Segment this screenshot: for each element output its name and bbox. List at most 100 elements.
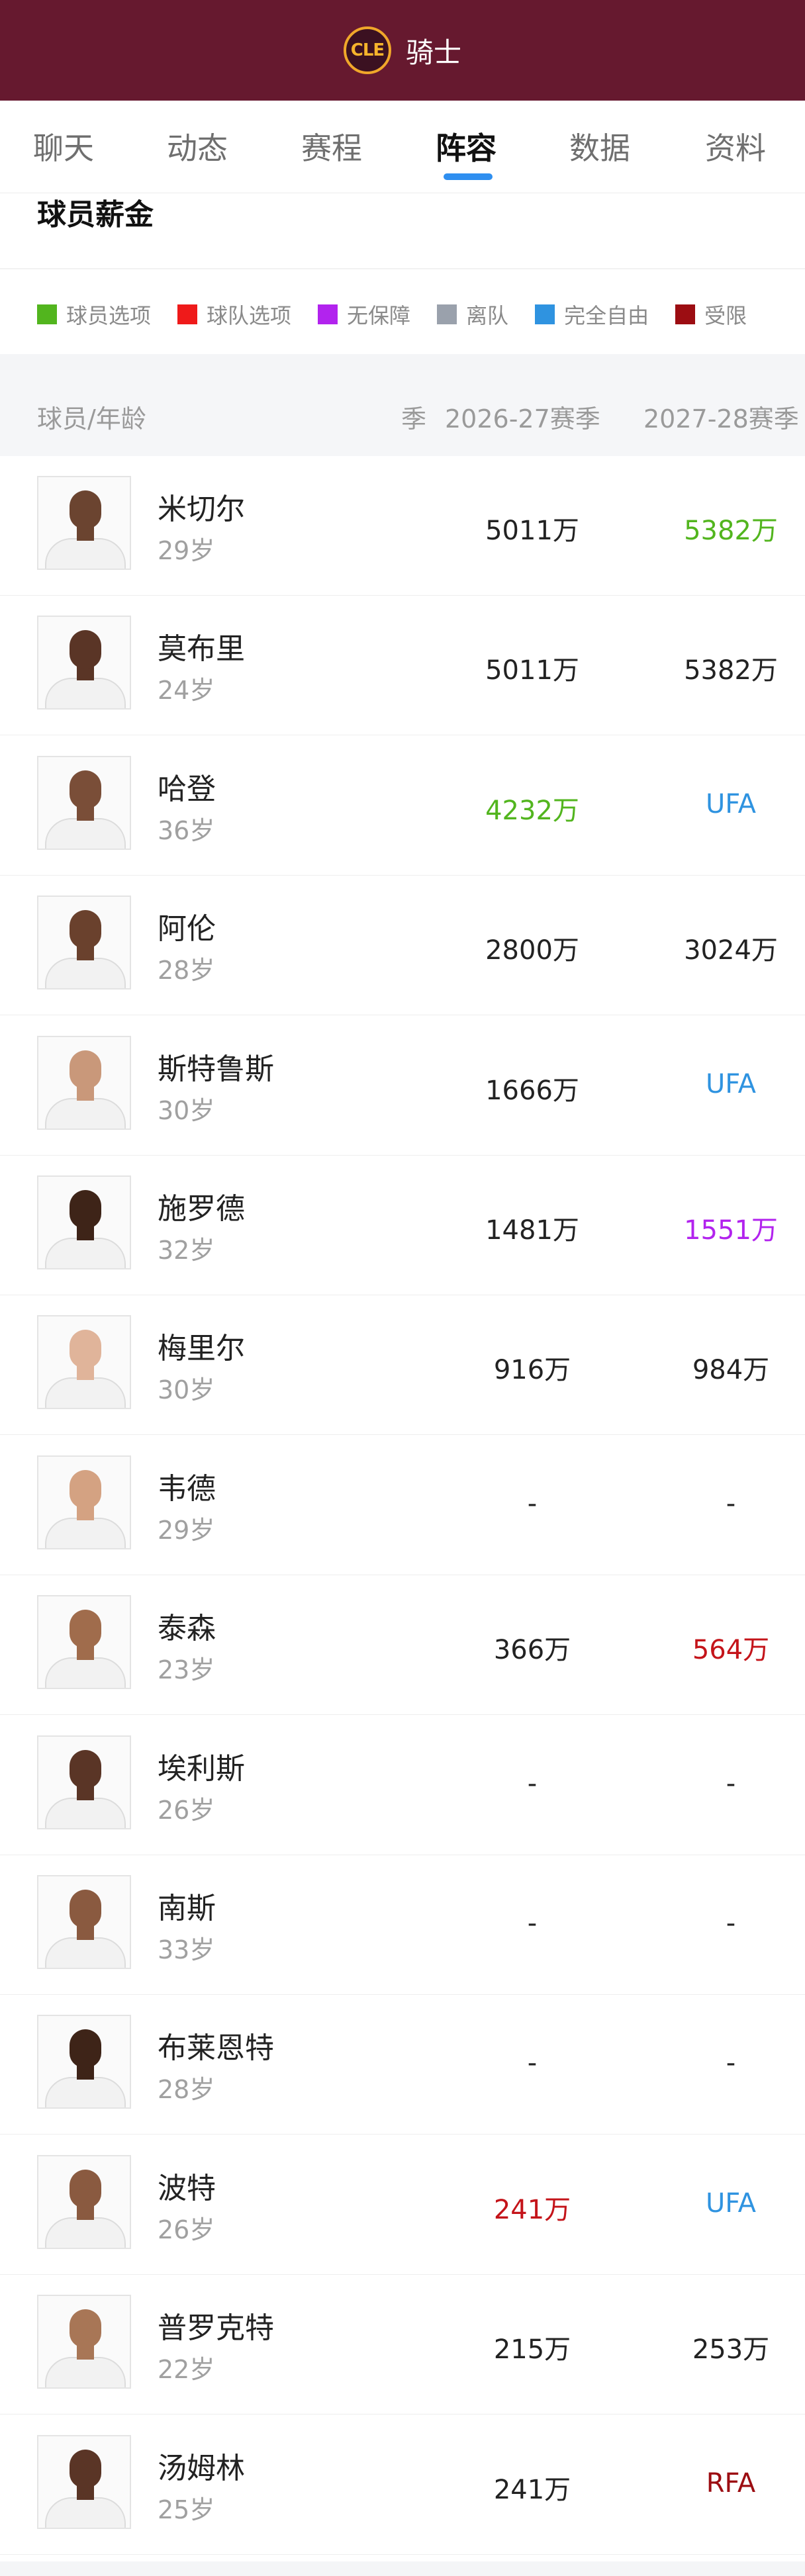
header-season-2027-28[interactable]: 2027-28赛季 bbox=[643, 398, 799, 435]
salary-2027-28: UFA bbox=[706, 2187, 756, 2219]
legend-label: 无保障 bbox=[347, 303, 411, 328]
avatar-head bbox=[70, 1330, 101, 1369]
table-row[interactable]: 汤姆林 25岁 241万 RFA bbox=[0, 2415, 805, 2555]
tab-chat[interactable]: 聊天 bbox=[33, 124, 94, 166]
player-name: 梅里尔 bbox=[158, 1332, 245, 1366]
avatar-head bbox=[70, 490, 101, 529]
tab-stats[interactable]: 数据 bbox=[569, 124, 630, 166]
salary-2027-28: - bbox=[726, 1768, 736, 1799]
avatar-jersey bbox=[45, 1517, 126, 1548]
salary-2026-27: 2800万 bbox=[485, 935, 579, 966]
player-name: 米切尔 bbox=[158, 492, 245, 526]
salary-2027-28: UFA bbox=[706, 1068, 756, 1099]
player-avatar bbox=[37, 2154, 131, 2249]
avatar-head bbox=[70, 2449, 101, 2488]
player-avatar bbox=[37, 896, 131, 990]
salary-2027-28: 253万 bbox=[692, 2334, 770, 2366]
avatar-jersey bbox=[45, 2497, 126, 2528]
player-name: 布莱恩特 bbox=[158, 2031, 274, 2066]
avatar-jersey bbox=[45, 1657, 126, 1688]
salary-2026-27: - bbox=[527, 2048, 538, 2079]
avatar-jersey bbox=[45, 1377, 126, 1408]
salary-2026-27: 4232万 bbox=[485, 795, 579, 826]
player-avatar bbox=[37, 1315, 131, 1410]
player-age: 32岁 bbox=[158, 1236, 215, 1265]
player-age: 36岁 bbox=[158, 815, 215, 845]
table-row[interactable]: 南斯 33岁 - - bbox=[0, 1855, 805, 1995]
legend-label: 球队选项 bbox=[207, 303, 292, 328]
salary-2027-28: 3024万 bbox=[684, 935, 778, 966]
player-avatar bbox=[37, 1595, 131, 1690]
avatar-head bbox=[70, 1050, 101, 1089]
table-row[interactable]: 阿伦 28岁 2800万 3024万 bbox=[0, 876, 805, 1016]
salary-2026-27: 241万 bbox=[493, 2474, 571, 2505]
salary-2026-27: - bbox=[527, 1768, 538, 1799]
salary-2026-27: 241万 bbox=[493, 2194, 571, 2225]
table-row[interactable]: 哈登 36岁 4232万 UFA bbox=[0, 735, 805, 876]
header-season-2026-27[interactable]: 2026-27赛季 bbox=[445, 398, 600, 435]
table-row[interactable]: 施罗德 32岁 1481万 1551万 bbox=[0, 1156, 805, 1295]
salary-2026-27: 5011万 bbox=[485, 516, 579, 546]
player-age: 26岁 bbox=[158, 1795, 215, 1825]
player-avatar bbox=[37, 2434, 131, 2529]
player-name: 普罗克特 bbox=[158, 2311, 274, 2346]
legend-swatch bbox=[675, 304, 696, 324]
team-name: 骑士 bbox=[405, 36, 461, 69]
player-avatar bbox=[37, 1035, 131, 1130]
player-age: 24岁 bbox=[158, 676, 215, 706]
legend-label: 受限 bbox=[704, 303, 747, 328]
active-tab-indicator bbox=[444, 173, 493, 180]
legend: 球员选项 球队选项 无保障 离队 完全自由 受限 bbox=[37, 301, 773, 328]
avatar-jersey bbox=[45, 817, 126, 849]
player-age: 29岁 bbox=[158, 1515, 215, 1545]
player-name: 波特 bbox=[158, 2171, 216, 2205]
player-name: 莫布里 bbox=[158, 632, 245, 667]
table-row[interactable]: 韦德 29岁 - - bbox=[0, 1435, 805, 1575]
player-age: 28岁 bbox=[158, 956, 215, 986]
avatar-jersey bbox=[45, 1097, 126, 1128]
table-row[interactable]: 埃利斯 26岁 - - bbox=[0, 1715, 805, 1855]
avatar-jersey bbox=[45, 2217, 126, 2248]
avatar-jersey bbox=[45, 678, 126, 709]
player-name: 泰森 bbox=[158, 1612, 216, 1646]
tab-roster[interactable]: 阵容 bbox=[436, 124, 497, 166]
section-divider bbox=[0, 268, 805, 269]
tab-bar: 聊天 动态 赛程 阵容 数据 资料 bbox=[0, 101, 805, 193]
avatar-jersey bbox=[45, 538, 126, 569]
legend-swatch bbox=[437, 304, 457, 324]
avatar-jersey bbox=[45, 1937, 126, 1968]
tab-profile[interactable]: 资料 bbox=[705, 124, 766, 166]
table-row[interactable]: 波特 26岁 241万 UFA bbox=[0, 2135, 805, 2275]
legend-item: 球员选项 bbox=[37, 299, 151, 330]
table-row[interactable]: 普罗克特 22岁 215万 253万 bbox=[0, 2275, 805, 2415]
tab-feed[interactable]: 动态 bbox=[167, 124, 228, 166]
player-age: 22岁 bbox=[158, 2355, 215, 2385]
salary-2026-27: - bbox=[527, 1488, 538, 1519]
salary-2027-28: 5382万 bbox=[684, 655, 778, 686]
table-row[interactable]: 梅里尔 30岁 916万 984万 bbox=[0, 1295, 805, 1436]
salary-2027-28: - bbox=[726, 1908, 736, 1939]
avatar-jersey bbox=[45, 2357, 126, 2388]
player-avatar bbox=[37, 755, 131, 850]
table-row[interactable]: 莫布里 24岁 5011万 5382万 bbox=[0, 596, 805, 736]
avatar-head bbox=[70, 1749, 101, 1788]
player-avatar bbox=[37, 616, 131, 710]
salary-2026-27: 1481万 bbox=[485, 1215, 579, 1246]
table-row[interactable]: 斯特鲁斯 30岁 1666万 UFA bbox=[0, 1015, 805, 1156]
tab-schedule[interactable]: 赛程 bbox=[301, 124, 362, 166]
player-age: 23岁 bbox=[158, 1655, 215, 1685]
player-age: 25岁 bbox=[158, 2495, 215, 2524]
avatar-head bbox=[70, 770, 101, 809]
avatar-head bbox=[70, 1890, 101, 1928]
avatar-jersey bbox=[45, 958, 126, 989]
player-avatar bbox=[37, 1735, 131, 1829]
avatar-head bbox=[70, 1610, 101, 1649]
table-row[interactable]: 布莱恩特 28岁 - - bbox=[0, 1995, 805, 2135]
legend-swatch bbox=[535, 304, 555, 324]
player-age: 30岁 bbox=[158, 1375, 215, 1405]
table-row[interactable]: 米切尔 29岁 5011万 5382万 bbox=[0, 456, 805, 596]
avatar-head bbox=[70, 1469, 101, 1508]
legend-swatch bbox=[318, 304, 338, 324]
table-row[interactable]: 泰森 23岁 366万 564万 bbox=[0, 1575, 805, 1716]
section-gap bbox=[0, 354, 805, 370]
